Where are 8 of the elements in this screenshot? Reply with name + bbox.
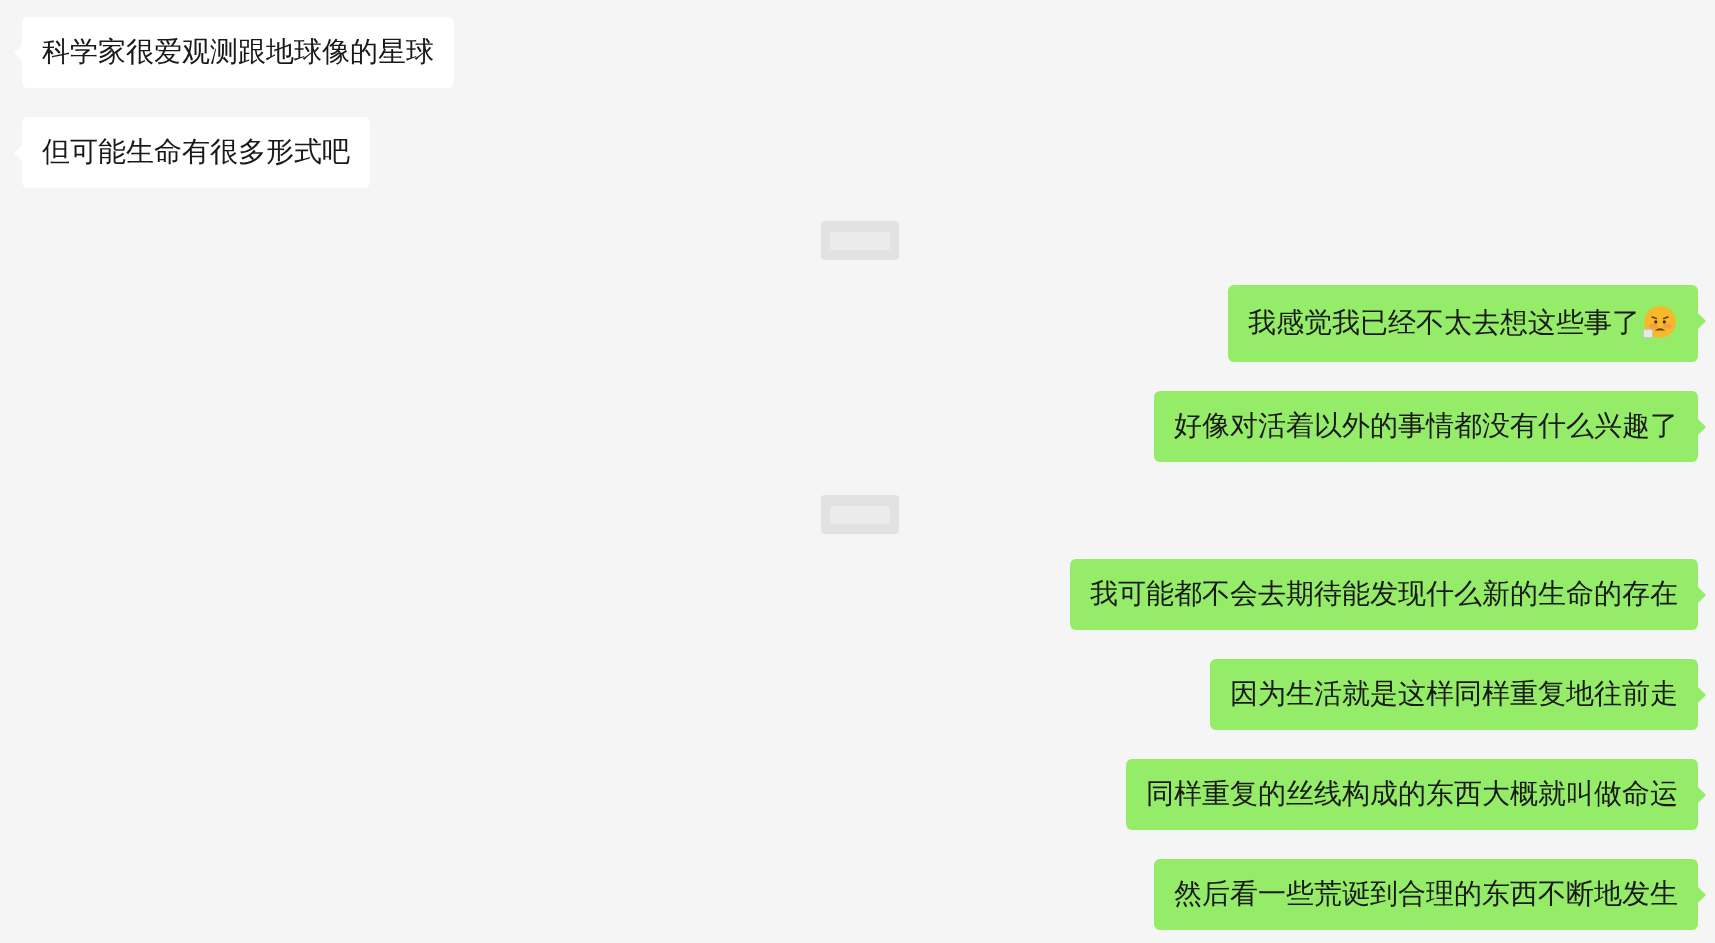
message-text: 但可能生命有很多形式吧 xyxy=(42,136,350,168)
message-text: 我可能都不会去期待能发现什么新的生命的存在 xyxy=(1090,578,1678,610)
message-text: 我感觉我已经不太去想这些事了 xyxy=(1248,307,1640,339)
message-text: 然后看一些荒诞到合理的东西不断地发生 xyxy=(1174,878,1678,910)
message-text: 因为生活就是这样同样重复地往前走 xyxy=(1230,678,1678,710)
message-text: 科学家很爱观测跟地球像的星球 xyxy=(42,36,434,68)
message-text: 好像对活着以外的事情都没有什么兴趣了 xyxy=(1174,410,1678,442)
message-text: 同样重复的丝线构成的东西大概就叫做命运 xyxy=(1146,778,1678,810)
